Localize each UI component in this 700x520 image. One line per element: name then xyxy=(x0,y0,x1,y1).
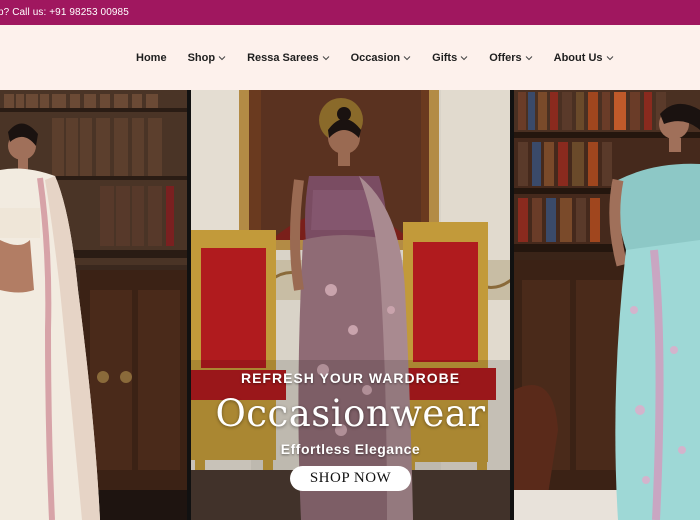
chevron-down-icon xyxy=(218,54,226,62)
nav-item-label: About Us xyxy=(553,51,603,64)
nav-item-shop[interactable]: Shop xyxy=(188,52,227,64)
hero-kicker: REFRESH YOUR WARDROBE xyxy=(240,370,461,386)
chevron-down-icon xyxy=(322,54,330,62)
nav-item-label: Ressa Sarees xyxy=(247,51,319,64)
nav-item-gifts[interactable]: Gifts xyxy=(432,52,468,64)
nav-item-occasion[interactable]: Occasion xyxy=(351,52,412,64)
chevron-down-icon xyxy=(525,54,533,62)
hero-caption: REFRESH YOUR WARDROBE Occasionwear Effor… xyxy=(191,370,510,491)
nav-item-home[interactable]: Home xyxy=(136,52,167,64)
nav-item-label: Shop xyxy=(187,51,216,64)
announcement-text: p? Call us: +91 98253 00985 xyxy=(0,7,129,18)
nav-item-label: Gifts xyxy=(432,51,458,64)
nav-item-offers[interactable]: Offers xyxy=(489,52,532,64)
hero-image-right xyxy=(514,90,700,520)
nav-item-about-us[interactable]: About Us xyxy=(554,52,614,64)
nav-item-label: Occasion xyxy=(350,51,401,64)
chevron-down-icon xyxy=(460,54,468,62)
shop-now-button[interactable]: SHOP NOW xyxy=(289,466,412,491)
announcement-bar: p? Call us: +91 98253 00985 xyxy=(0,0,700,25)
hero-banner[interactable]: REFRESH YOUR WARDROBE Occasionwear Effor… xyxy=(0,90,700,520)
main-navigation: Home Shop Ressa Sarees Occasion Gifts Of… xyxy=(0,25,700,90)
nav-item-ressa-sarees[interactable]: Ressa Sarees xyxy=(247,52,330,64)
hero-image-left xyxy=(0,90,187,520)
hero-headline: Occasionwear xyxy=(215,392,486,435)
nav-item-label: Home xyxy=(136,51,167,64)
hero-tagline: Effortless Elegance xyxy=(280,441,421,457)
nav-item-label: Offers xyxy=(489,51,522,64)
chevron-down-icon xyxy=(403,54,411,62)
chevron-down-icon xyxy=(606,54,614,62)
